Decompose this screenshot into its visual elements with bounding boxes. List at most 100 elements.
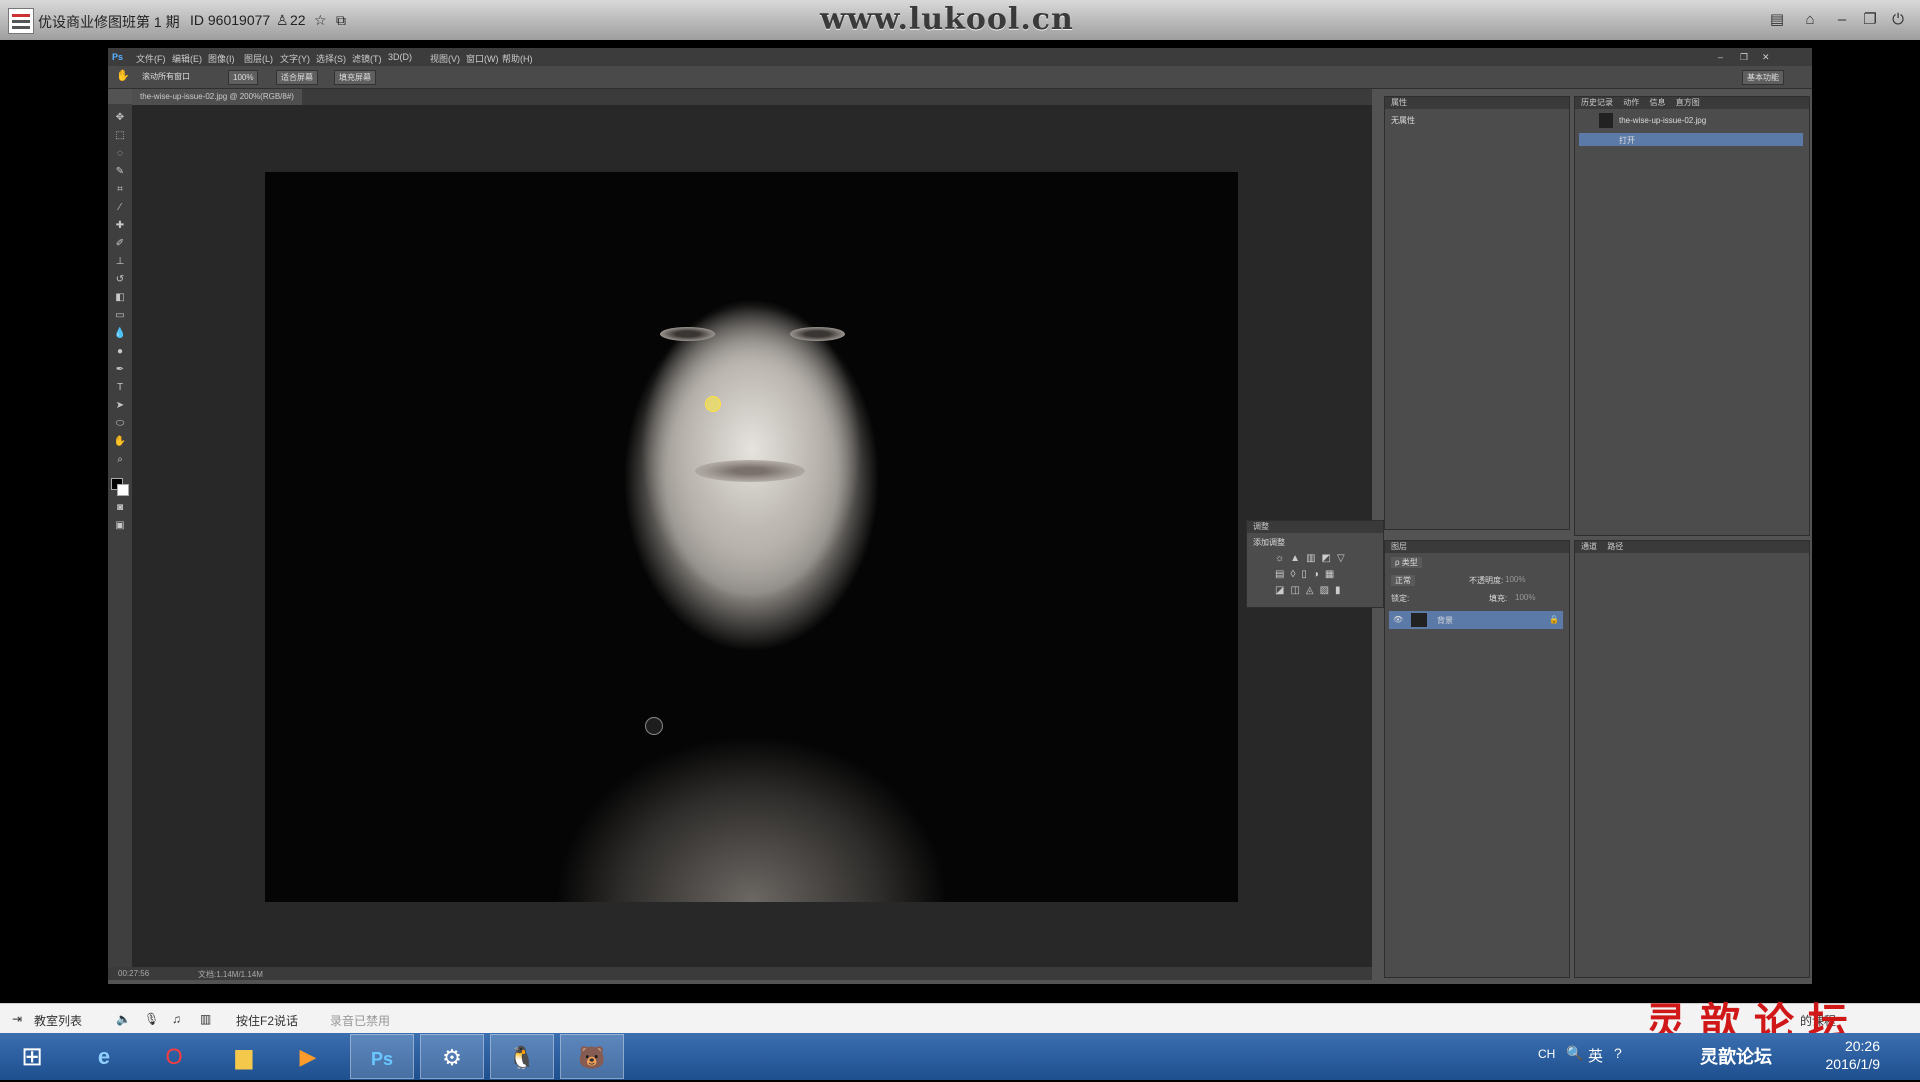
blur-tool-icon[interactable]: 💧 (113, 328, 127, 340)
media-player-icon[interactable]: ▶ (276, 1034, 340, 1079)
push-to-talk-button[interactable]: 按住F2说话 (236, 1012, 298, 1029)
mixer-icon[interactable]: ▥ (200, 1012, 211, 1026)
history-brush-icon[interactable]: ↺ (113, 274, 127, 286)
workspace-select[interactable]: 基本功能 (1742, 70, 1784, 85)
properties-tab[interactable]: 属性 (1385, 97, 1569, 109)
scroll-all-windows[interactable]: 滚动所有窗口 (138, 70, 194, 83)
menu-filter[interactable]: 滤镜(T) (352, 52, 382, 65)
opacity-value[interactable]: 100% (1505, 575, 1525, 584)
search-icon[interactable]: 🔍 (1566, 1045, 1583, 1062)
quick-select-icon[interactable]: ✎ (113, 166, 127, 178)
menu-view[interactable]: 视图(V) (430, 52, 460, 65)
steam-icon[interactable]: ⚙ (420, 1034, 484, 1079)
language-indicator[interactable]: CH (1538, 1047, 1555, 1061)
screen-mode-icon[interactable]: ▣ (113, 520, 127, 532)
fill-value[interactable]: 100% (1515, 593, 1535, 602)
opera-icon[interactable]: O (142, 1034, 206, 1079)
menu-edit[interactable]: 编辑(E) (172, 52, 202, 65)
ps-restore-icon[interactable]: ❐ (1740, 52, 1748, 63)
menu-select[interactable]: 选择(S) (316, 52, 346, 65)
adjustments-label: 添加调整 (1253, 538, 1285, 547)
clock-time: 20:26 (1844, 1038, 1880, 1054)
menu-window[interactable]: 窗口(W) (466, 52, 499, 65)
ie-icon[interactable]: e (72, 1034, 136, 1079)
snapshot-name: the-wise-up-issue-02.jpg (1619, 116, 1707, 125)
eye-icon[interactable]: 👁 (1393, 615, 1403, 624)
music-icon[interactable]: ♫ (172, 1012, 181, 1026)
tab-history[interactable]: 历史记录 (1581, 98, 1613, 107)
qq-icon[interactable]: 🐧 (490, 1034, 554, 1079)
speaker-icon[interactable]: 🔈 (116, 1012, 131, 1026)
menu-image[interactable]: 图像(I) (208, 52, 235, 65)
layer-row-background[interactable]: 👁 背景 🔒 (1389, 611, 1563, 629)
crop-tool-icon[interactable]: ⌗ (113, 184, 127, 196)
hand-tool-icon[interactable]: ✋ (113, 436, 127, 448)
ps-close-icon[interactable]: ✕ (1762, 52, 1770, 63)
type-tool-icon[interactable]: T (113, 382, 127, 394)
opacity-label: 不透明度: (1469, 576, 1504, 585)
hand-tool-icon[interactable]: ✋ (116, 69, 130, 82)
fit-screen-button[interactable]: 适合屏幕 (276, 70, 318, 85)
menu-3d[interactable]: 3D(D) (388, 52, 412, 62)
tab-actions[interactable]: 动作 (1623, 98, 1639, 107)
menu-file[interactable]: 文件(F) (136, 52, 166, 65)
layers-tab[interactable]: 图层 (1385, 541, 1569, 553)
microphone-icon[interactable]: 🎙 (144, 1012, 159, 1026)
menu-layer[interactable]: 图层(L) (244, 52, 273, 65)
menu-help[interactable]: 帮助(H) (502, 52, 533, 65)
dodge-tool-icon[interactable]: ● (113, 346, 127, 358)
marquee-tool-icon[interactable]: ⬚ (113, 130, 127, 142)
photoshop-taskbar-icon[interactable]: Ps (350, 1034, 414, 1079)
fill-screen-button[interactable]: 填充屏幕 (334, 70, 376, 85)
layer-name: 背景 (1437, 616, 1453, 625)
tab-info[interactable]: 信息 (1649, 98, 1665, 107)
move-tool-icon[interactable]: ✥ (113, 112, 127, 124)
healing-brush-icon[interactable]: ✚ (113, 220, 127, 232)
eraser-tool-icon[interactable]: ◧ (113, 292, 127, 304)
clone-stamp-icon[interactable]: ⊥ (113, 256, 127, 268)
close-button[interactable]: ⏻ (1888, 10, 1908, 30)
zoom-tool-icon[interactable]: ⌕ (113, 454, 127, 466)
tab-histogram[interactable]: 直方图 (1676, 98, 1700, 107)
maximize-button[interactable]: ❐ (1860, 10, 1880, 30)
classroom-list-button[interactable]: 教室列表 (34, 1012, 82, 1029)
yy-classroom-icon[interactable]: 🐻 (560, 1034, 624, 1079)
brush-tool-icon[interactable]: ✐ (113, 238, 127, 250)
path-select-icon[interactable]: ➤ (113, 400, 127, 412)
favorite-icon[interactable]: ☆ (314, 12, 327, 29)
blend-mode-select[interactable]: 正常 (1391, 575, 1415, 586)
document-tab[interactable]: the-wise-up-issue-02.jpg @ 200%(RGB/8#) (132, 89, 302, 105)
explorer-icon[interactable]: ▆ (212, 1034, 276, 1079)
menu-type[interactable]: 文字(Y) (280, 52, 310, 65)
adjustment-icons[interactable]: ☼▲▥◩▽ ▤◊▯◑▦ ◪◫◬▨▮ (1275, 551, 1355, 601)
pen-tool-icon[interactable]: ✒ (113, 364, 127, 376)
layout-icon[interactable]: ▤ (1767, 10, 1787, 30)
system-clock[interactable]: 20:26 2016/1/9 (1826, 1037, 1881, 1073)
minimize-button[interactable]: – (1832, 10, 1852, 30)
lasso-tool-icon[interactable]: ◌ (113, 148, 127, 160)
ps-minimize-icon[interactable]: – (1718, 52, 1723, 62)
adjustments-tab[interactable]: 调整 (1247, 521, 1383, 533)
tab-channels[interactable]: 通道 (1581, 542, 1597, 551)
skin-icon[interactable]: ⌂ (1800, 10, 1820, 30)
help-icon[interactable]: ? (1614, 1045, 1622, 1061)
portrait-photo[interactable] (265, 172, 1238, 902)
quick-mask-icon[interactable]: ◙ (113, 502, 127, 514)
eyedropper-icon[interactable]: ⁄ (113, 202, 127, 214)
start-button[interactable]: ⊞ (4, 1034, 60, 1079)
gradient-tool-icon[interactable]: ▭ (113, 310, 127, 322)
background-color-swatch[interactable] (117, 484, 129, 496)
history-snapshot[interactable]: the-wise-up-issue-02.jpg (1579, 113, 1803, 129)
layer-kind-filter[interactable]: ρ 类型 (1391, 557, 1422, 568)
share-icon[interactable]: ⧉ (336, 12, 346, 29)
ime-indicator[interactable]: 英 (1588, 1045, 1603, 1066)
tab-paths[interactable]: 路径 (1607, 542, 1623, 551)
adjustments-panel: 调整 添加调整 ☼▲▥◩▽ ▤◊▯◑▦ ◪◫◬▨▮ (1246, 520, 1384, 608)
exit-icon[interactable]: ⇥ (12, 1012, 22, 1026)
user-icon: ♙ (276, 12, 289, 28)
shape-tool-icon[interactable]: ⬭ (113, 418, 127, 430)
zoom-100-button[interactable]: 100% (228, 70, 259, 85)
app-logo-icon (8, 8, 34, 34)
history-item-open[interactable]: 打开 (1579, 133, 1803, 146)
ps-logo: Ps (112, 52, 124, 62)
